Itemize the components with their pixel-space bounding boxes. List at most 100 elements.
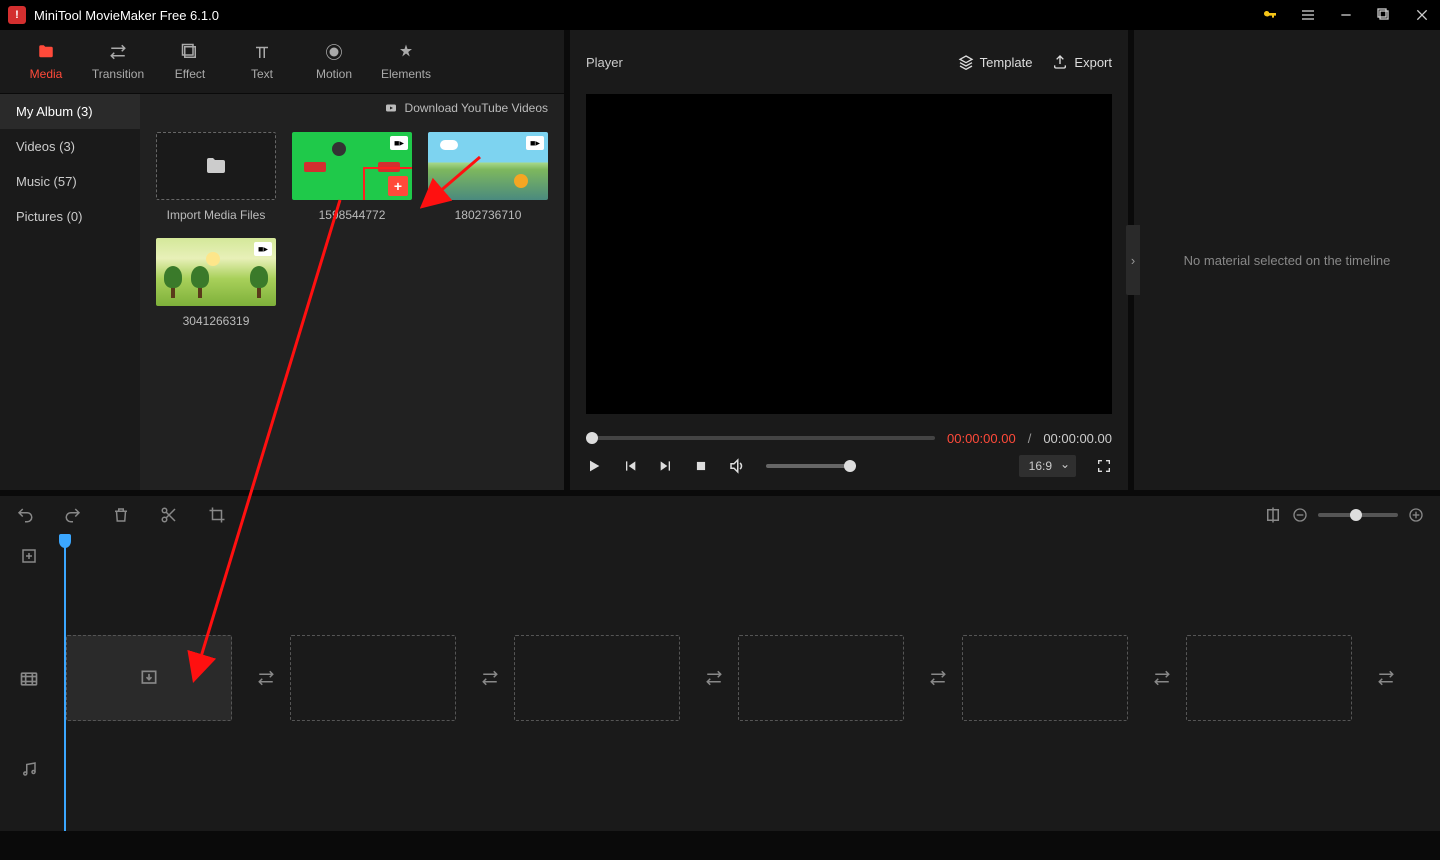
volume-slider[interactable] [766,464,856,468]
transition-icon[interactable] [481,669,499,687]
clip-slot[interactable] [290,635,456,721]
key-icon[interactable] [1260,5,1280,25]
tab-text[interactable]: Text [226,30,298,94]
tab-label: Motion [316,67,352,81]
effect-icon [180,43,200,61]
left-panel: Media Transition Effect Text [0,30,564,490]
template-button[interactable]: Template [958,54,1033,70]
aspect-ratio-select[interactable]: 16:9 [1019,455,1076,477]
download-label: Download YouTube Videos [405,101,548,115]
tab-effect[interactable]: Effect [154,30,226,94]
media-item-3[interactable]: ■▶ 3041266319 [156,238,276,328]
video-badge-icon: ■▶ [390,136,408,150]
audio-track-icon [0,724,58,814]
play-button[interactable] [586,458,602,474]
youtube-icon [383,102,399,114]
seek-slider[interactable] [586,436,935,440]
template-label: Template [980,55,1033,70]
sidebar-item-myalbum[interactable]: My Album (3) [0,94,140,129]
media-area: Download YouTube Videos Import Media Fil… [140,94,564,490]
transition-icon [108,43,128,61]
sidebar: My Album (3) Videos (3) Music (57) Pictu… [0,94,140,490]
fit-button[interactable] [1264,506,1282,524]
tab-label: Text [251,67,273,81]
clip-slot[interactable] [1186,635,1352,721]
properties-panel: › No material selected on the timeline [1134,30,1440,490]
zoom-in-button[interactable] [1408,507,1424,523]
motion-icon [324,43,344,61]
next-frame-button[interactable] [658,458,674,474]
tab-media[interactable]: Media [10,30,82,94]
tab-motion[interactable]: Motion [298,30,370,94]
layers-icon [958,54,974,70]
redo-button[interactable] [64,506,82,524]
tracks-area[interactable] [58,534,1440,831]
player-video[interactable] [586,94,1112,414]
zoom-slider[interactable] [1318,513,1398,517]
transition-icon[interactable] [705,669,723,687]
timeline-toolbar [0,496,1440,534]
transition-icon[interactable] [257,669,275,687]
app-title: MiniTool MovieMaker Free 6.1.0 [34,8,219,23]
zoom-out-button[interactable] [1292,507,1308,523]
download-link[interactable]: Download YouTube Videos [140,94,564,122]
import-media-button[interactable]: Import Media Files [156,132,276,222]
tab-bar: Media Transition Effect Text [0,30,564,94]
delete-button[interactable] [112,506,130,524]
tab-transition[interactable]: Transition [82,30,154,94]
transition-icon[interactable] [929,669,947,687]
time-current: 00:00:00.00 [947,431,1016,446]
split-button[interactable] [160,506,178,524]
volume-button[interactable] [728,457,746,475]
sidebar-item-music[interactable]: Music (57) [0,164,140,199]
video-badge-icon: ■▶ [526,136,544,150]
media-item-1[interactable]: ■▶ + 1598544772 [292,132,412,222]
clip-slot[interactable] [738,635,904,721]
time-total: 00:00:00.00 [1043,431,1112,446]
elements-icon [396,43,416,61]
timeline-area [0,496,1440,831]
player-panel: Player Template Export 00:00:00.00 / 00:… [570,30,1128,490]
tab-label: Effect [175,67,205,81]
text-icon [252,43,272,61]
collapse-handle[interactable]: › [1126,225,1140,295]
media-label: 3041266319 [183,314,250,328]
prev-frame-button[interactable] [622,458,638,474]
close-icon[interactable] [1412,5,1432,25]
time-sep: / [1028,431,1032,446]
player-title: Player [586,55,623,70]
maximize-icon[interactable] [1374,5,1394,25]
transition-icon[interactable] [1377,669,1395,687]
transition-icon[interactable] [1153,669,1171,687]
media-label: 1598544772 [319,208,386,222]
media-item-2[interactable]: ■▶ 1802736710 [428,132,548,222]
crop-button[interactable] [208,506,226,524]
sidebar-item-pictures[interactable]: Pictures (0) [0,199,140,234]
stop-button[interactable] [694,459,708,473]
clip-slot[interactable] [514,635,680,721]
tab-elements[interactable]: Elements [370,30,442,94]
minimize-icon[interactable] [1336,5,1356,25]
fullscreen-button[interactable] [1096,458,1112,474]
export-button[interactable]: Export [1052,54,1112,70]
export-label: Export [1074,55,1112,70]
video-track[interactable] [58,634,1440,722]
video-badge-icon: ■▶ [254,242,272,256]
media-label: 1802736710 [455,208,522,222]
folder-icon [36,43,56,61]
folder-icon [202,154,230,178]
tab-label: Transition [92,67,144,81]
clip-slot[interactable] [66,635,232,721]
add-track-button[interactable] [0,534,58,578]
annotation-highlight [363,167,412,200]
video-track-icon [0,634,58,724]
export-icon [1052,54,1068,70]
menu-icon[interactable] [1298,5,1318,25]
tab-label: Media [30,67,63,81]
sidebar-item-videos[interactable]: Videos (3) [0,129,140,164]
drop-icon [139,668,159,688]
clip-slot[interactable] [962,635,1128,721]
playhead[interactable] [64,534,66,831]
app-logo: ! [8,6,26,24]
undo-button[interactable] [16,506,34,524]
